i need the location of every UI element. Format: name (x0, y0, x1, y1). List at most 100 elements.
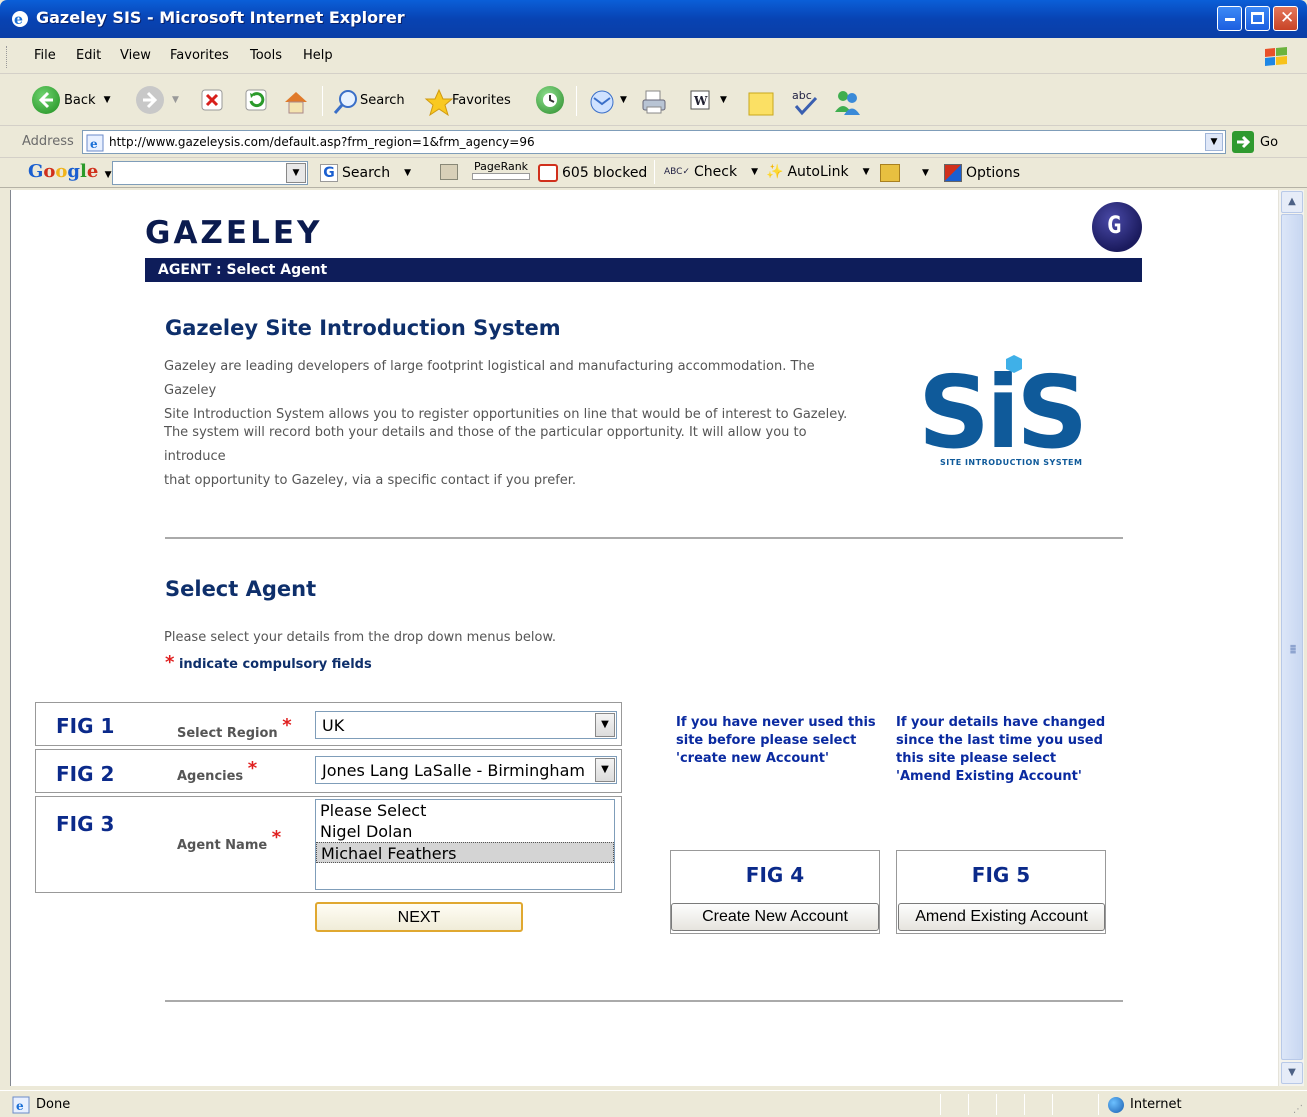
options-button[interactable]: Options (944, 164, 1020, 182)
status-text: Done (36, 1097, 71, 1112)
close-window-button[interactable]: ✕ (1273, 6, 1298, 31)
agencies-select[interactable]: Jones Lang LaSalle - Birmingham ▼ (315, 756, 617, 784)
menu-edit[interactable]: Edit (76, 48, 101, 63)
menu-favorites[interactable]: Favorites (170, 48, 229, 63)
region-select[interactable]: UK ▼ (315, 711, 617, 739)
messenger-icon (832, 88, 860, 115)
back-button[interactable]: Back ▼ (32, 84, 110, 116)
mail-dropdown-icon[interactable]: ▼ (620, 95, 627, 105)
spellcheck-button[interactable]: abc (790, 84, 818, 116)
address-input[interactable]: e http://www.gazeleysis.com/default.asp?… (82, 130, 1226, 154)
go-arrow-icon (1232, 131, 1254, 153)
forward-button[interactable]: ▼ (136, 84, 179, 116)
favorites-button[interactable]: Favorites (424, 84, 511, 117)
back-label: Back (64, 92, 96, 108)
internet-zone-icon (1108, 1097, 1124, 1113)
amend-note-line: this site please select (896, 751, 1057, 766)
google-search-button[interactable]: G Search ▼ (320, 164, 411, 182)
google-search-input[interactable]: ▼ (112, 161, 308, 185)
options-label: Options (966, 165, 1021, 181)
search-label: Search (360, 92, 405, 108)
forward-dropdown-icon[interactable]: ▼ (172, 95, 179, 105)
news-button[interactable] (440, 164, 458, 180)
next-button[interactable]: NEXT (315, 902, 523, 932)
menu-tools[interactable]: Tools (250, 48, 282, 63)
intro-2-line-1: The system will record both your details… (164, 425, 807, 464)
intro-2-line-2: that opportunity to Gazeley, via a speci… (164, 473, 577, 488)
stop-button[interactable] (200, 84, 224, 116)
autolink-button[interactable]: ✨ AutoLink ▼ (766, 164, 870, 180)
fig5-label: FIG 5 (971, 863, 1031, 887)
select-agent-heading: Select Agent (165, 577, 317, 601)
intro-paragraph-1: Gazeley are leading developers of large … (164, 355, 859, 427)
mail-icon (588, 88, 614, 114)
note-icon (746, 88, 774, 116)
amend-note-line: 'Amend Existing Account' (896, 769, 1082, 784)
pagerank-meter[interactable]: PageRank (472, 160, 530, 180)
go-button[interactable]: Go (1232, 131, 1278, 153)
address-dropdown-icon[interactable]: ▼ (1205, 133, 1223, 151)
edit-dropdown-icon[interactable]: ▼ (720, 95, 727, 105)
history-button[interactable] (536, 84, 564, 116)
abc-check-icon: ABC✓ (664, 167, 690, 177)
fig1-row: FIG 1 Select Region * UK ▼ (35, 702, 622, 746)
fig3-label: FIG 3 (56, 812, 115, 836)
instructions-text: Please select your details from the drop… (164, 630, 557, 645)
agent-name-text: Agent Name (177, 838, 268, 853)
menu-file[interactable]: File (34, 48, 56, 63)
page-done-icon: e (12, 1096, 30, 1114)
popup-blocker[interactable]: 605 blocked (538, 164, 647, 182)
gazeley-logo[interactable]: GAZELEY (145, 215, 322, 251)
pagerank-bar (472, 173, 530, 180)
messenger-button[interactable] (832, 84, 860, 116)
amend-existing-account-button[interactable]: Amend Existing Account (898, 903, 1105, 931)
region-value: UK (322, 716, 345, 735)
new-note-line: If you have never used this (676, 715, 876, 730)
sis-logo: SiS (918, 355, 1088, 470)
listbox-option-selected[interactable]: Michael Feathers (316, 842, 614, 863)
menu-help[interactable]: Help (303, 48, 333, 63)
svg-text:W: W (693, 94, 708, 108)
google-logo[interactable]: Google ▼ (28, 161, 112, 182)
edit-word-button[interactable]: W ▼ (688, 84, 727, 116)
print-button[interactable] (640, 84, 666, 116)
vertical-scrollbar[interactable]: ▲ ▬ ▬ ▬ ▼ (1278, 190, 1304, 1086)
region-dropdown-icon[interactable]: ▼ (595, 713, 615, 737)
search-button[interactable]: Search (332, 84, 405, 116)
autofill-button[interactable]: ▼ (880, 164, 929, 182)
stop-icon (200, 88, 224, 112)
amend-account-note: If your details have changed since the l… (896, 714, 1105, 786)
google-search-dropdown-icon[interactable]: ▼ (286, 163, 306, 183)
status-bar: e Done Internet ⋰ (0, 1090, 1307, 1117)
create-new-account-button[interactable]: Create New Account (671, 903, 879, 931)
maximize-button[interactable] (1245, 6, 1270, 31)
autolink-wand-icon: ✨ (766, 164, 784, 180)
scroll-down-button[interactable]: ▼ (1281, 1062, 1303, 1084)
agent-name-listbox[interactable]: Please Select Nigel Dolan Michael Feathe… (315, 799, 615, 890)
scroll-up-button[interactable]: ▲ (1281, 191, 1303, 213)
back-dropdown-icon[interactable]: ▼ (104, 95, 111, 105)
zone-text: Internet (1130, 1097, 1182, 1112)
check-label: Check (694, 164, 738, 180)
spell-check-button[interactable]: ABC✓ Check ▼ (664, 164, 758, 180)
minimize-button[interactable] (1217, 6, 1242, 31)
refresh-button[interactable] (244, 84, 268, 116)
listbox-option[interactable]: Please Select (316, 800, 614, 821)
agencies-dropdown-icon[interactable]: ▼ (595, 758, 615, 782)
amend-note-line: If your details have changed (896, 715, 1106, 730)
home-button[interactable] (282, 84, 307, 116)
scroll-thumb[interactable]: ▬ ▬ ▬ (1281, 214, 1303, 1060)
section-header-bar: AGENT : Select Agent (145, 258, 1142, 282)
select-region-text: Select Region (177, 726, 278, 741)
required-star: * (165, 652, 175, 673)
section-header-title: AGENT : Select Agent (158, 262, 328, 278)
discuss-button[interactable] (746, 84, 774, 116)
resize-grip-icon[interactable]: ⋰ (1293, 1104, 1303, 1115)
mail-button[interactable]: ▼ (588, 84, 627, 116)
required-star: * (282, 715, 292, 736)
required-star: * (247, 758, 258, 779)
required-note-text: indicate compulsory fields (178, 657, 372, 672)
menu-view[interactable]: View (120, 48, 151, 63)
listbox-option[interactable]: Nigel Dolan (316, 821, 614, 842)
badge-letter: G (1107, 211, 1122, 239)
